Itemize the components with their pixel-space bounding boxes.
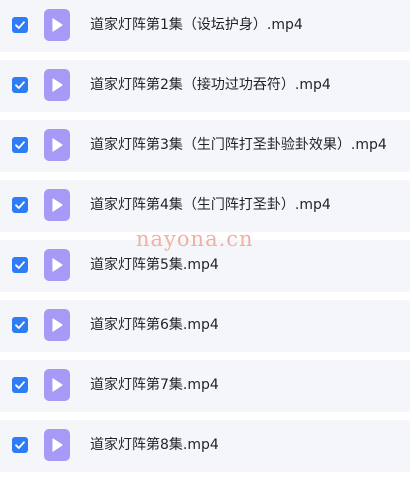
play-icon: [52, 18, 63, 32]
check-icon: [15, 441, 25, 449]
play-icon: [52, 78, 63, 92]
file-name[interactable]: 道家灯阵第7集.mp4: [90, 375, 219, 395]
video-file-icon: [44, 9, 70, 41]
file-row[interactable]: 道家灯阵第3集（生门阵打圣卦验卦效果）.mp4: [0, 120, 410, 172]
file-row[interactable]: 道家灯阵第6集.mp4: [0, 300, 410, 352]
file-name[interactable]: 道家灯阵第8集.mp4: [90, 435, 219, 455]
play-icon: [52, 258, 63, 272]
check-icon: [15, 141, 25, 149]
video-file-icon: [44, 309, 70, 341]
check-icon: [15, 81, 25, 89]
file-name[interactable]: 道家灯阵第3集（生门阵打圣卦验卦效果）.mp4: [90, 135, 387, 155]
play-icon: [52, 318, 63, 332]
file-row[interactable]: 道家灯阵第5集.mp4: [0, 240, 410, 292]
check-icon: [15, 381, 25, 389]
file-name[interactable]: 道家灯阵第4集（生门阵打圣卦）.mp4: [90, 195, 331, 215]
check-icon: [15, 321, 25, 329]
file-row[interactable]: 道家灯阵第1集（设坛护身）.mp4: [0, 0, 410, 52]
check-icon: [15, 21, 25, 29]
check-icon: [15, 201, 25, 209]
checkbox-checked[interactable]: [12, 437, 28, 453]
checkbox-checked[interactable]: [12, 377, 28, 393]
file-name[interactable]: 道家灯阵第6集.mp4: [90, 315, 219, 335]
check-icon: [15, 261, 25, 269]
checkbox-checked[interactable]: [12, 17, 28, 33]
play-icon: [52, 138, 63, 152]
file-name[interactable]: 道家灯阵第1集（设坛护身）.mp4: [90, 15, 303, 35]
file-row[interactable]: 道家灯阵第8集.mp4: [0, 420, 410, 472]
video-file-icon: [44, 129, 70, 161]
checkbox-checked[interactable]: [12, 137, 28, 153]
play-icon: [52, 378, 63, 392]
file-name[interactable]: 道家灯阵第5集.mp4: [90, 255, 219, 275]
video-file-icon: [44, 189, 70, 221]
video-file-icon: [44, 429, 70, 461]
file-list: 道家灯阵第1集（设坛护身）.mp4 道家灯阵第2集（接功过功吞符）.mp4 道家…: [0, 0, 410, 477]
checkbox-checked[interactable]: [12, 197, 28, 213]
checkbox-checked[interactable]: [12, 317, 28, 333]
checkbox-checked[interactable]: [12, 257, 28, 273]
file-name[interactable]: 道家灯阵第2集（接功过功吞符）.mp4: [90, 75, 331, 95]
play-icon: [52, 198, 63, 212]
video-file-icon: [44, 369, 70, 401]
file-row[interactable]: 道家灯阵第7集.mp4: [0, 360, 410, 412]
video-file-icon: [44, 69, 70, 101]
file-row[interactable]: 道家灯阵第2集（接功过功吞符）.mp4: [0, 60, 410, 112]
file-row[interactable]: 道家灯阵第4集（生门阵打圣卦）.mp4: [0, 180, 410, 232]
video-file-icon: [44, 249, 70, 281]
play-icon: [52, 438, 63, 452]
checkbox-checked[interactable]: [12, 77, 28, 93]
